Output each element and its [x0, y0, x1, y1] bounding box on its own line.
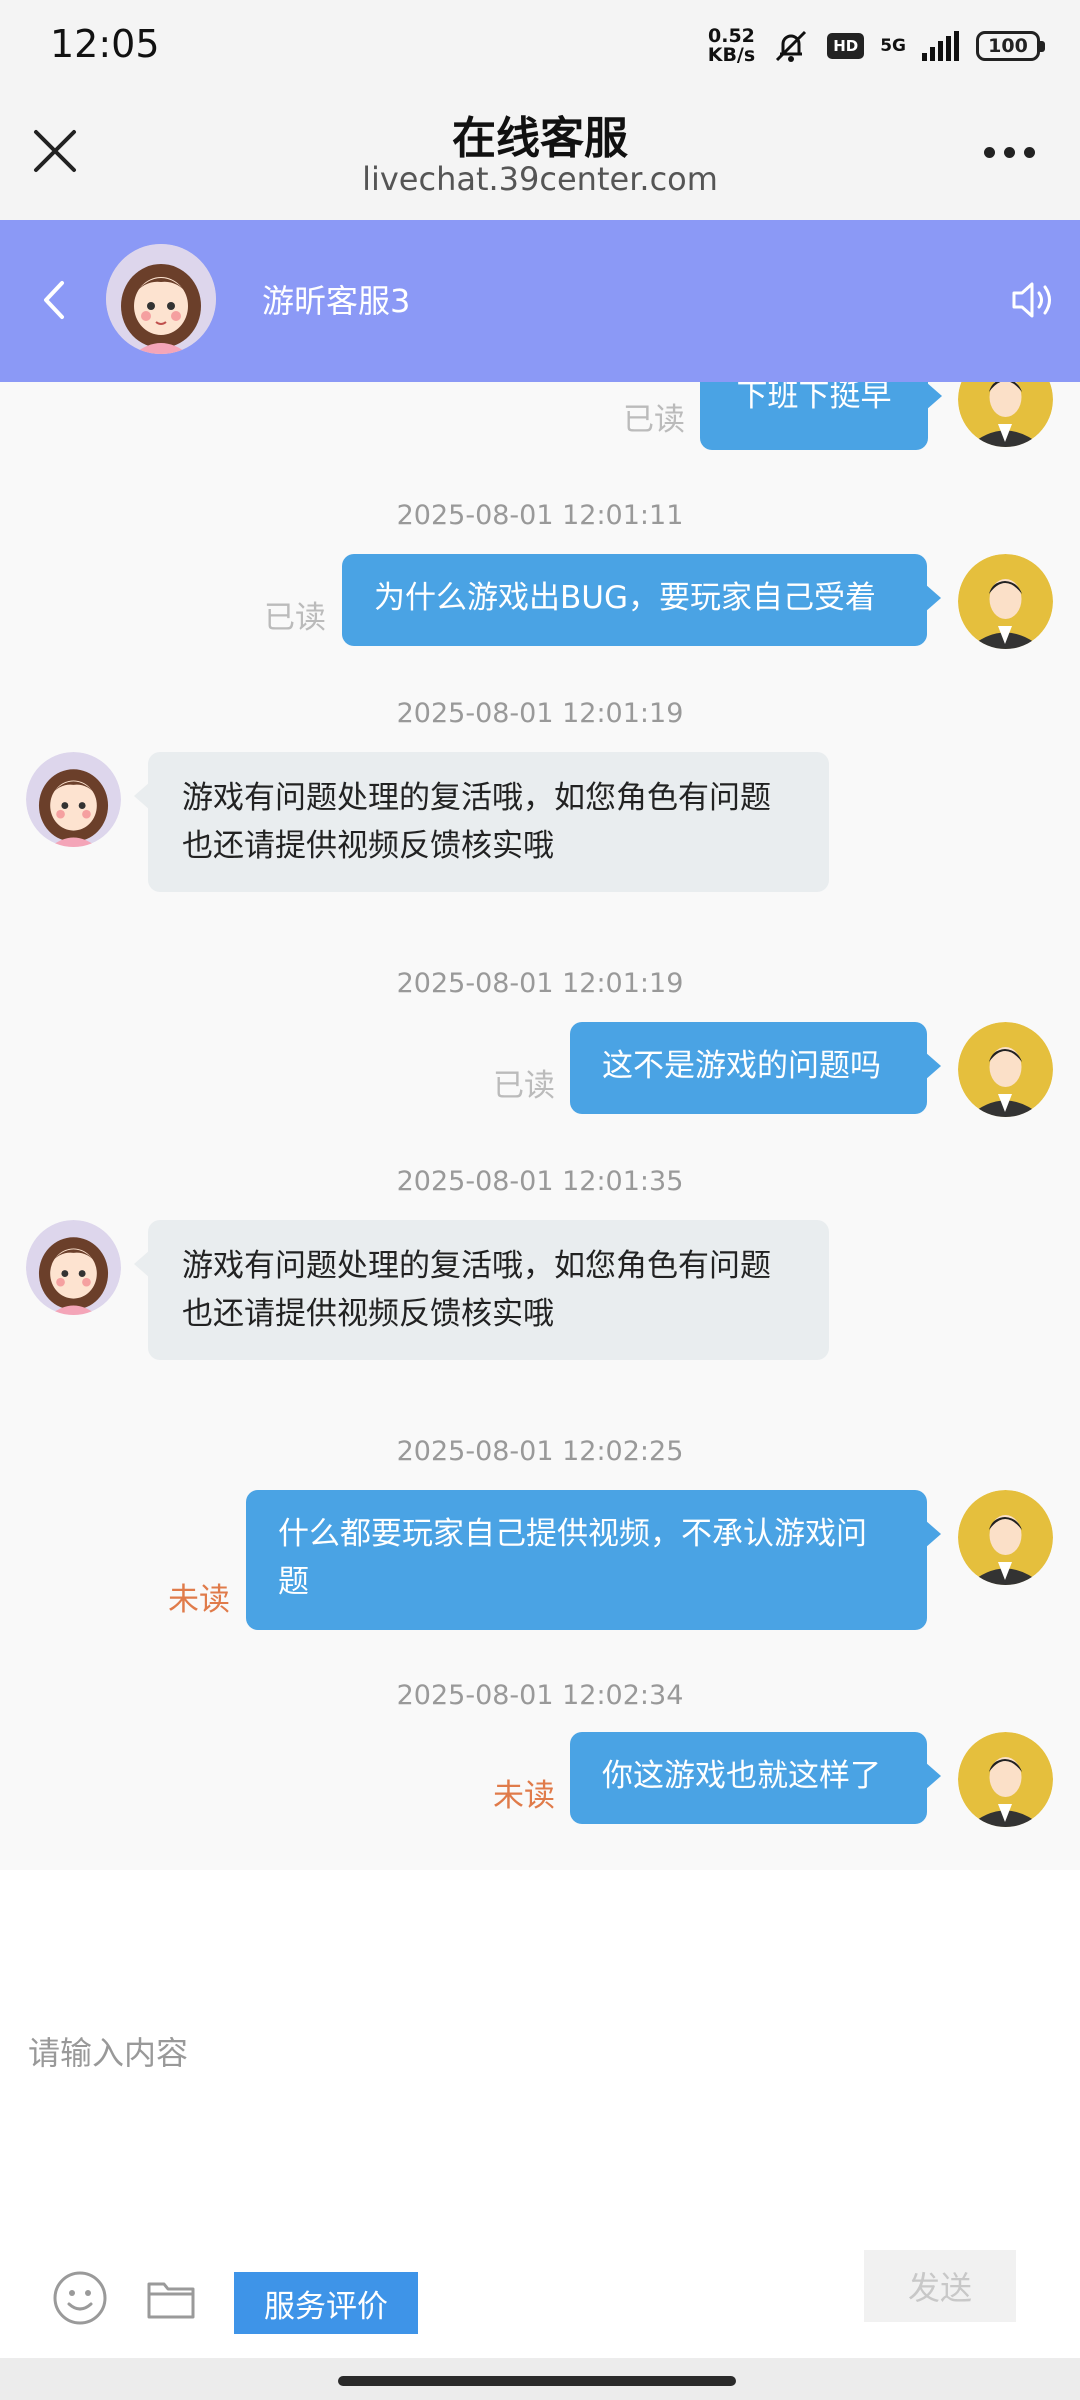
- girl-avatar-icon: [106, 244, 216, 354]
- agent-avatar: [106, 244, 216, 354]
- agent-message-avatar: [26, 1220, 121, 1315]
- incoming-message-bubble[interactable]: 游戏有问题处理的复活哦，如您角色有问题也还请提供视频反馈核实哦: [134, 752, 829, 892]
- message-list[interactable]: 已读 下班下挺早 2025-08-01 12:01:11 已读 为什么游戏出BU…: [0, 382, 1080, 1870]
- agent-name: 游昕客服3: [262, 282, 411, 320]
- browser-header: 在线客服 livechat.39center.com: [0, 92, 1080, 221]
- speaker-icon[interactable]: [1008, 275, 1058, 325]
- outgoing-message-bubble[interactable]: 这不是游戏的问题吗: [570, 1022, 941, 1114]
- agent-message-avatar: [26, 752, 121, 847]
- folder-icon[interactable]: [146, 2276, 196, 2320]
- incoming-message-bubble[interactable]: 游戏有问题处理的复活哦，如您角色有问题也还请提供视频反馈核实哦: [134, 1220, 829, 1360]
- more-options-button[interactable]: [984, 142, 1044, 162]
- outgoing-message-bubble[interactable]: 下班下挺早: [700, 382, 942, 450]
- user-avatar: [958, 1022, 1053, 1117]
- user-avatar: [958, 382, 1053, 447]
- read-status: 已读: [264, 600, 326, 636]
- chat-header: 游昕客服3: [0, 220, 1080, 382]
- send-button[interactable]: 发送: [864, 2250, 1016, 2322]
- battery-icon: 100: [976, 31, 1045, 61]
- emoji-icon[interactable]: [52, 2270, 108, 2326]
- outgoing-message-bubble[interactable]: 你这游戏也就这样了: [570, 1732, 941, 1824]
- page-url: livechat.39center.com: [362, 160, 718, 198]
- signal-icon: [922, 31, 959, 61]
- net-speed-unit: KB/s: [707, 44, 756, 66]
- page-title: 在线客服: [452, 113, 628, 164]
- network-type: 5G: [880, 35, 906, 56]
- message-timestamp: 2025-08-01 12:02:25: [396, 1436, 684, 1467]
- battery-level: 100: [988, 35, 1028, 57]
- status-bar: 12:05 0.52 KB/s HD 5G 100: [0, 0, 1080, 92]
- message-input[interactable]: 请输入内容: [28, 2028, 188, 2074]
- user-avatar: [958, 1490, 1053, 1585]
- message-timestamp: 2025-08-01 12:01:35: [396, 1166, 684, 1197]
- message-timestamp: 2025-08-01 12:01:19: [396, 698, 684, 729]
- mute-bell-icon: [776, 30, 807, 62]
- unread-status: 未读: [168, 1582, 230, 1618]
- message-input-area: 请输入内容 服务评价 发送: [0, 1870, 1080, 2358]
- back-arrow-icon[interactable]: [34, 275, 74, 325]
- status-icons: 0.52 KB/s HD 5G 100: [708, 26, 1045, 66]
- user-avatar: [958, 554, 1053, 649]
- read-status: 已读: [623, 402, 685, 438]
- hd-badge: HD: [827, 33, 865, 59]
- home-indicator[interactable]: [338, 2376, 736, 2386]
- gesture-nav-bar: [0, 2358, 1080, 2400]
- message-timestamp: 2025-08-01 12:01:19: [396, 968, 684, 999]
- net-speed: 0.52 KB/s: [708, 27, 755, 65]
- more-dot: [1024, 146, 1035, 158]
- outgoing-message-bubble[interactable]: 为什么游戏出BUG，要玩家自己受着: [342, 554, 941, 646]
- read-status: 已读: [493, 1068, 555, 1104]
- status-time: 12:05: [50, 22, 160, 66]
- message-timestamp: 2025-08-01 12:02:34: [396, 1680, 684, 1711]
- message-timestamp: 2025-08-01 12:01:11: [396, 500, 684, 531]
- more-dot: [1004, 146, 1015, 158]
- unread-status: 未读: [493, 1778, 555, 1814]
- user-avatar: [958, 1732, 1053, 1827]
- outgoing-message-bubble[interactable]: 什么都要玩家自己提供视频，不承认游戏问题: [246, 1490, 941, 1630]
- service-rating-button[interactable]: 服务评价: [234, 2272, 418, 2334]
- more-dot: [984, 146, 995, 158]
